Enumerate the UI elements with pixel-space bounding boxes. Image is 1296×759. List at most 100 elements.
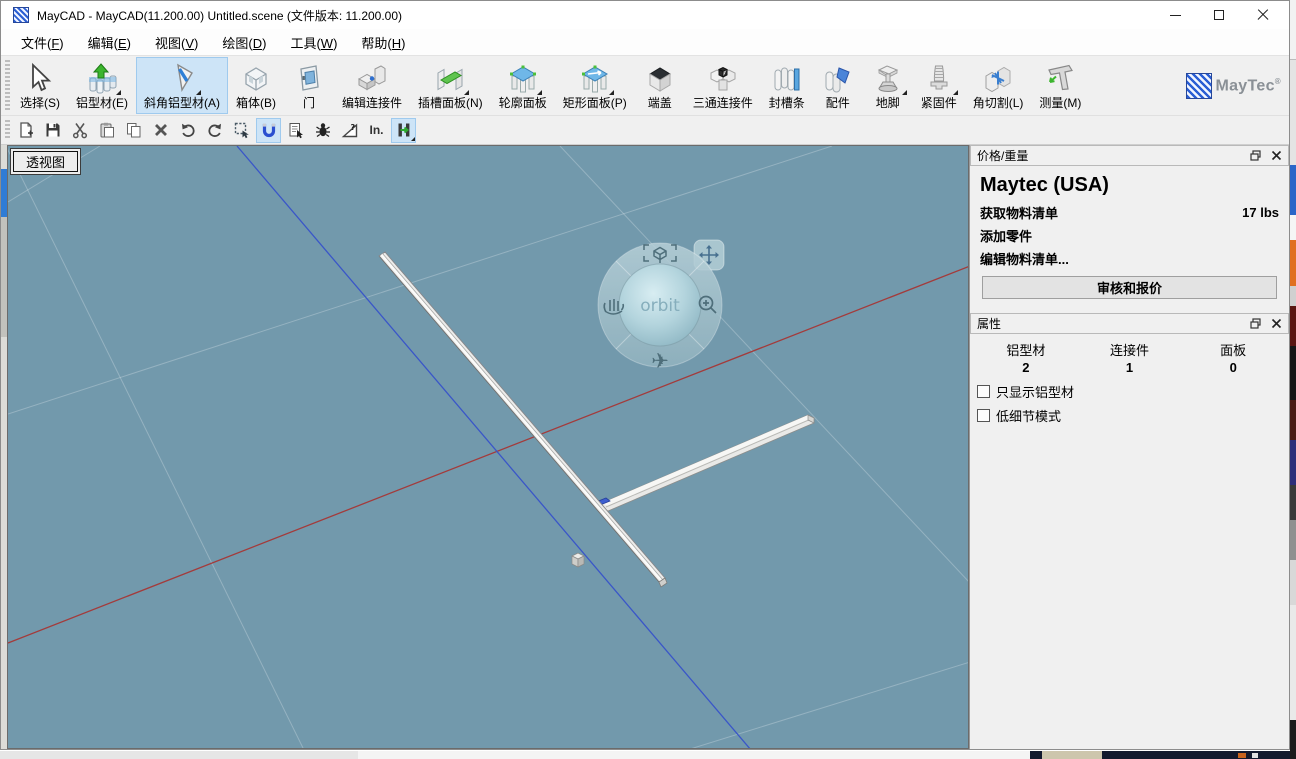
units-inches-button[interactable]: In. (364, 118, 389, 143)
delete-button[interactable] (148, 118, 173, 143)
get-bom-link[interactable]: 获取物料清单 (980, 203, 1058, 222)
tool-corner-cut[interactable]: 角切割(L) (965, 57, 1032, 114)
low-detail-option[interactable]: 低细节模式 (977, 406, 1289, 425)
tool-label: 地脚 (876, 96, 900, 111)
tool-cover-strip[interactable]: 封槽条 (761, 57, 813, 114)
tool-tee-connector[interactable]: 三通连接件 (685, 57, 761, 114)
show-only-profiles-option[interactable]: 只显示铝型材 (977, 382, 1289, 401)
review-quote-button[interactable]: 审核和报价 (982, 276, 1277, 299)
save-button[interactable] (40, 118, 65, 143)
tool-label: 箱体(B) (236, 96, 276, 111)
dropdown-mark (537, 90, 542, 95)
properties-panel: 属性 铝型材2 连接件1 面板0 只显示铝型材 低细 (970, 313, 1289, 425)
tool-profile[interactable]: 铝型材(E) (68, 57, 136, 114)
view-mode-text: 透视图 (13, 151, 78, 172)
tool-label: 插槽面板(N) (418, 96, 483, 111)
dropdown-mark (464, 90, 469, 95)
tool-label: 轮廓面板 (499, 96, 547, 111)
close-button[interactable] (1241, 1, 1285, 29)
select-report-button[interactable] (283, 118, 308, 143)
fly-airplane-icon[interactable]: ✈ (651, 349, 669, 373)
foot-icon (871, 61, 905, 96)
menu-file[interactable]: 文件(F) (9, 29, 76, 56)
bug-icon (314, 121, 332, 139)
main-toolbar: 选择(S) 铝型材(E) (1, 56, 1289, 116)
tool-foot[interactable]: 地脚 (863, 57, 913, 114)
paste-button[interactable] (94, 118, 119, 143)
copy-button[interactable] (121, 118, 146, 143)
miter-profile-icon (165, 61, 199, 96)
box-frame-icon (239, 61, 273, 96)
add-part-link[interactable]: 添加零件 (980, 226, 1032, 245)
tool-miter-profile[interactable]: 斜角铝型材(A) (136, 57, 228, 114)
contour-panel-icon (506, 61, 540, 96)
tool-door[interactable]: 门 (284, 57, 334, 114)
edit-bom-link[interactable]: 编辑物料清单... (980, 249, 1069, 268)
end-cap-icon (643, 61, 677, 96)
maximize-button[interactable] (1197, 1, 1241, 29)
minimize-button[interactable] (1153, 1, 1197, 29)
redo-button[interactable] (202, 118, 227, 143)
undo-button[interactable] (175, 118, 200, 143)
right-dock: 价格/重量 Maytec (USA) 获取物料清单 17 lbs 添加零件 (969, 145, 1289, 749)
aluminum-profile-icon (85, 61, 119, 96)
stat-connectors-value: 1 (1078, 360, 1182, 375)
debug-button[interactable] (310, 118, 335, 143)
show-only-profiles-checkbox[interactable] (977, 385, 990, 398)
measure-help-button[interactable]: ? (337, 118, 362, 143)
profile-display-button[interactable] (391, 118, 416, 143)
copy-icon (125, 121, 143, 139)
ruler-question-icon: ? (341, 121, 359, 139)
close-panel-icon[interactable] (1271, 150, 1282, 161)
window-title: MayCAD - MayCAD(11.200.00) Untitled.scen… (37, 7, 402, 24)
app-icon (13, 7, 29, 23)
menu-help[interactable]: 帮助(H) (349, 29, 417, 56)
viewport-3d[interactable]: 透视图 (7, 145, 969, 749)
tool-measure[interactable]: 测量(M) (1031, 57, 1089, 114)
tool-label: 选择(S) (20, 96, 60, 111)
dropdown-mark (116, 90, 121, 95)
tool-label: 门 (303, 96, 315, 111)
tool-edit-connector[interactable]: 编辑连接件 (334, 57, 410, 114)
low-detail-checkbox[interactable] (977, 409, 990, 422)
cut-button[interactable] (67, 118, 92, 143)
dropdown-mark (411, 137, 415, 141)
menu-tools[interactable]: 工具(W) (278, 29, 349, 56)
toolbar-grip[interactable] (5, 120, 10, 140)
maytec-logo-icon (1186, 73, 1212, 99)
axis-x-red (8, 266, 969, 643)
tool-box[interactable]: 箱体(B) (228, 57, 284, 114)
menu-view[interactable]: 视图(V) (143, 29, 210, 56)
tool-rect-panel[interactable]: 矩形面板(P) (555, 57, 635, 114)
tool-fastener[interactable]: 紧固件 (913, 57, 965, 114)
float-panel-icon[interactable] (1250, 318, 1261, 329)
stat-connectors-label: 连接件 (1078, 340, 1182, 359)
close-panel-icon[interactable] (1271, 318, 1282, 329)
snap-magnet-button[interactable] (256, 118, 281, 143)
tool-end-cap[interactable]: 端盖 (635, 57, 685, 114)
price-weight-title: 价格/重量 (977, 147, 1028, 164)
cover-strip-icon (770, 61, 804, 96)
component-stats: 铝型材2 连接件1 面板0 (970, 334, 1289, 377)
accessory-icon (821, 61, 855, 96)
close-icon (1257, 9, 1269, 21)
dropdown-mark (953, 90, 958, 95)
background-window-strip (1290, 0, 1296, 759)
tool-accessory[interactable]: 配件 (813, 57, 863, 114)
toolbar-grip[interactable] (5, 60, 10, 111)
small-cube-part (572, 553, 584, 567)
tool-label: 三通连接件 (693, 96, 753, 111)
float-panel-icon[interactable] (1250, 150, 1261, 161)
undo-icon (179, 121, 197, 139)
tool-label: 铝型材(E) (76, 96, 128, 111)
tool-slot-panel[interactable]: 插槽面板(N) (410, 57, 491, 114)
menu-edit[interactable]: 编辑(E) (76, 29, 143, 56)
price-weight-titlebar: 价格/重量 (970, 145, 1289, 166)
tee-connector-icon (706, 61, 740, 96)
tool-select[interactable]: 选择(S) (12, 57, 68, 114)
menu-draw[interactable]: 绘图(D) (210, 29, 278, 56)
new-file-button[interactable] (13, 118, 38, 143)
scene-canvas: orbit ✈ (8, 146, 969, 749)
tool-contour-panel[interactable]: 轮廓面板 (491, 57, 555, 114)
grid-select-button[interactable] (229, 118, 254, 143)
